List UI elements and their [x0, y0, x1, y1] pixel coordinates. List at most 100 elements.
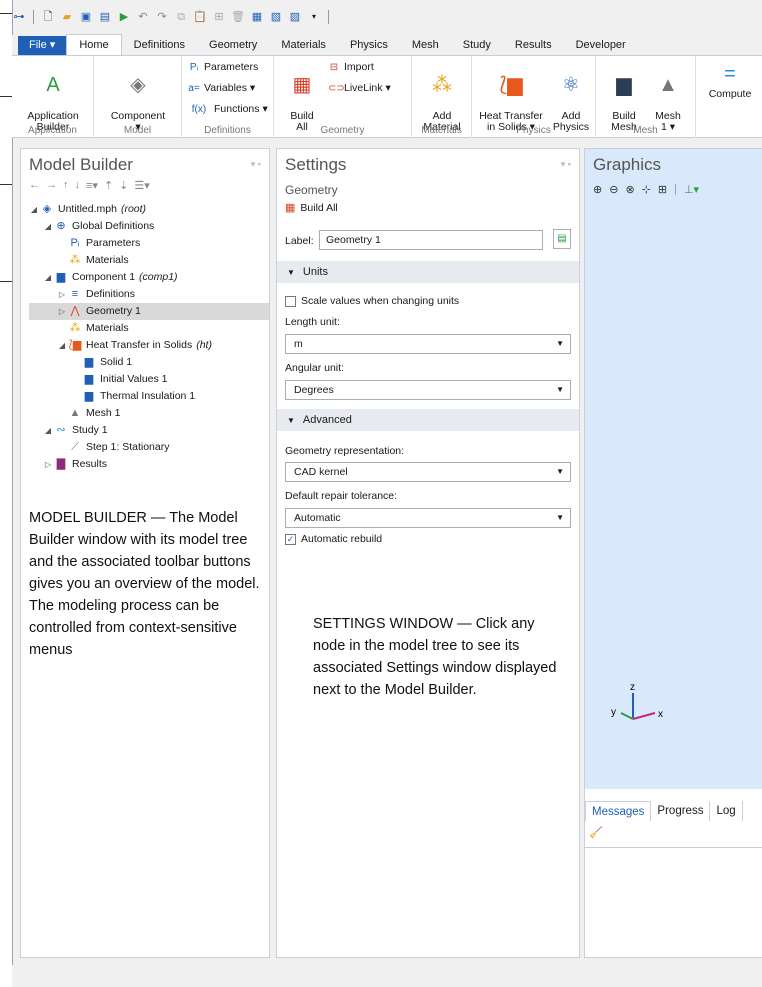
- tab-physics[interactable]: Physics: [338, 35, 400, 55]
- tree-node[interactable]: Pᵢ Parameters: [29, 235, 269, 252]
- zoom-box-icon[interactable]: ⊗: [625, 183, 634, 196]
- zoom-selected-icon[interactable]: ⊞: [658, 183, 667, 196]
- tree-node[interactable]: ⁂ Materials: [29, 252, 269, 269]
- run-icon[interactable]: ▶: [117, 10, 131, 24]
- expand-icon[interactable]: ▷: [57, 303, 67, 320]
- model-icon[interactable]: ▧: [269, 10, 283, 24]
- tab-developer[interactable]: Developer: [564, 35, 638, 55]
- tree-node[interactable]: ▲ Mesh 1: [29, 405, 269, 422]
- forward-icon[interactable]: →: [46, 179, 57, 192]
- show-icon[interactable]: ≡▾: [86, 179, 98, 192]
- build-mesh-button[interactable]: ▆ Build Mesh: [604, 62, 644, 133]
- tab-results[interactable]: Results: [503, 35, 564, 55]
- livelink-button[interactable]: ⊂⊃ LiveLink ▾: [328, 82, 391, 94]
- collapse-icon[interactable]: ◢: [43, 422, 53, 439]
- expand-icon[interactable]: ▷: [43, 456, 53, 473]
- tree-node[interactable]: ▆ Initial Values 1: [29, 371, 269, 388]
- tree-node[interactable]: ⁂ Materials: [29, 320, 269, 337]
- tab-mesh[interactable]: Mesh: [400, 35, 451, 55]
- back-icon[interactable]: ←: [29, 179, 40, 192]
- model-builder-toolbar: ← → ↑ ↓ ≡▾ ⇡ ⇣ ☰▾: [29, 179, 150, 192]
- redo-icon[interactable]: ↷: [155, 10, 169, 24]
- automatic-rebuild-checkbox[interactable]: ✓ Automatic rebuild: [285, 533, 382, 545]
- tab-study[interactable]: Study: [451, 35, 503, 55]
- functions-button[interactable]: f(x) Functions ▾: [188, 103, 268, 115]
- expand-icon[interactable]: ▷: [57, 286, 67, 303]
- tree-node[interactable]: ▷ ▇ Results: [29, 456, 269, 473]
- heat-transfer-button[interactable]: ⟅▆ Heat Transfer in Solids ▾: [476, 62, 546, 133]
- add-material-button[interactable]: ⁂ Add Material: [416, 62, 468, 133]
- parameters-button[interactable]: Pᵢ Parameters: [188, 61, 258, 73]
- application-builder-button[interactable]: A Application Builder: [20, 62, 86, 133]
- import-button[interactable]: ⊟ Import: [328, 61, 374, 73]
- delete-icon[interactable]: 🗑: [231, 10, 245, 24]
- mesh1-button[interactable]: ▲ Mesh 1 ▾: [648, 62, 688, 133]
- zoom-out-icon[interactable]: ⊖: [609, 183, 618, 196]
- new-icon[interactable]: 🗋: [41, 10, 55, 24]
- expand-icon[interactable]: ⇣: [119, 179, 128, 192]
- tree-node[interactable]: ◢ ⊕ Global Definitions: [29, 218, 269, 235]
- label-input[interactable]: Geometry 1: [319, 230, 543, 250]
- tree-node[interactable]: ◢ ∾ Study 1: [29, 422, 269, 439]
- build-all-button[interactable]: ▦ Build All: [282, 62, 322, 133]
- chevron-down-icon[interactable]: ▾: [307, 10, 321, 24]
- component-button[interactable]: ◈ Component ▾: [104, 62, 172, 133]
- edit-label-icon[interactable]: ▤: [553, 229, 571, 249]
- build-all-link[interactable]: ▦ Build All: [285, 201, 338, 215]
- axis-triad: z x y: [611, 682, 663, 720]
- tree-node[interactable]: ◢ ◈ Untitled.mph (root): [29, 201, 269, 218]
- compute-button[interactable]: = Compute: [700, 62, 760, 100]
- axis-view-icon[interactable]: ⊥▾: [684, 183, 699, 196]
- tree-node[interactable]: ▷ ⋀ Geometry 1: [29, 303, 269, 320]
- functions-icon: f(x): [191, 103, 207, 115]
- tree-node[interactable]: ▷ ≡ Definitions: [29, 286, 269, 303]
- view-options-icon[interactable]: ☰▾: [134, 179, 149, 192]
- settings-icon[interactable]: ▦: [250, 10, 264, 24]
- tab-materials[interactable]: Materials: [269, 35, 338, 55]
- collapse-icon[interactable]: ◢: [57, 337, 67, 354]
- zoom-extents-icon[interactable]: ⊹: [642, 183, 651, 196]
- tab-definitions[interactable]: Definitions: [122, 35, 197, 55]
- tab-file[interactable]: File ▾: [18, 36, 67, 55]
- angular-unit-select[interactable]: Degrees ▼: [285, 380, 571, 400]
- collapse-icon[interactable]: ⇡: [104, 179, 113, 192]
- collapse-icon[interactable]: ◢: [29, 201, 39, 218]
- undo-icon[interactable]: ↶: [136, 10, 150, 24]
- save-icon[interactable]: ▣: [79, 10, 93, 24]
- copy-icon[interactable]: ⧉: [174, 10, 188, 24]
- app-menu-icon[interactable]: ⊶: [12, 10, 26, 24]
- window-icon[interactable]: ▨: [288, 10, 302, 24]
- move-down-icon[interactable]: ↓: [75, 179, 81, 192]
- step-icon: ⟋: [71, 441, 79, 453]
- paste-icon[interactable]: 📋: [193, 10, 207, 24]
- application-builder-icon: A: [46, 74, 60, 96]
- tab-geometry[interactable]: Geometry: [197, 35, 269, 55]
- tree-node[interactable]: ◢ ⟅▆ Heat Transfer in Solids (ht): [29, 337, 269, 354]
- length-unit-select[interactable]: m ▼: [285, 334, 571, 354]
- tree-node[interactable]: ◢ ▆ Component 1 (comp1): [29, 269, 269, 286]
- add-physics-button[interactable]: ⚛ Add Physics: [550, 62, 592, 133]
- repair-tolerance-select[interactable]: Automatic ▼: [285, 508, 571, 528]
- collapse-icon[interactable]: ◢: [43, 269, 53, 286]
- move-up-icon[interactable]: ↑: [63, 179, 69, 192]
- pin-icon[interactable]: ▾ ▪: [561, 159, 571, 170]
- clear-messages-icon[interactable]: 🧹: [589, 826, 603, 839]
- duplicate-icon[interactable]: ⊞: [212, 10, 226, 24]
- tab-home[interactable]: Home: [66, 34, 122, 55]
- tree-node[interactable]: ⟋ Step 1: Stationary: [29, 439, 269, 456]
- save-as-icon[interactable]: ▤: [98, 10, 112, 24]
- units-section[interactable]: ▼ Units: [277, 261, 579, 283]
- variables-button[interactable]: a= Variables ▾: [188, 82, 255, 94]
- tab-messages[interactable]: Messages: [585, 801, 652, 821]
- tab-log[interactable]: Log: [710, 801, 743, 821]
- collapse-icon[interactable]: ◢: [43, 218, 53, 235]
- open-icon[interactable]: ▰: [60, 10, 74, 24]
- pin-icon[interactable]: ▾ ▪: [251, 159, 261, 170]
- tree-node[interactable]: ▆ Solid 1: [29, 354, 269, 371]
- zoom-in-icon[interactable]: ⊕: [593, 183, 602, 196]
- tree-node[interactable]: ▆ Thermal Insulation 1: [29, 388, 269, 405]
- scale-values-checkbox[interactable]: Scale values when changing units: [285, 295, 459, 307]
- geometry-representation-select[interactable]: CAD kernel ▼: [285, 462, 571, 482]
- advanced-section[interactable]: ▼ Advanced: [277, 409, 579, 431]
- tab-progress[interactable]: Progress: [651, 801, 711, 821]
